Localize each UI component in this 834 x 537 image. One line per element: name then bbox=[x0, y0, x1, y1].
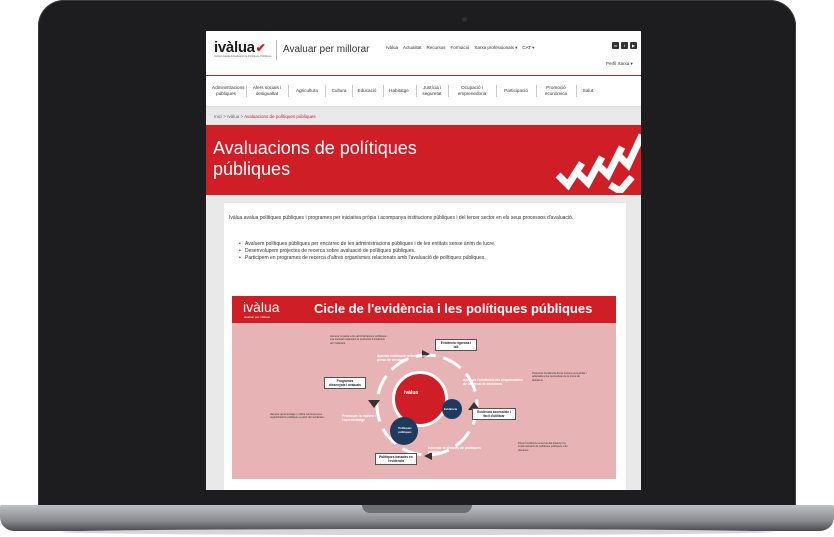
nav-item-ocupacio[interactable]: Ocupació i emprenedoria bbox=[452, 85, 492, 96]
nav-item-salut[interactable]: Salut bbox=[580, 88, 596, 94]
infographic-logo-subtitle: Avaluar per millorar bbox=[244, 315, 270, 319]
language-selector[interactable]: CAT ▾ bbox=[522, 45, 534, 51]
bullet-list: Avaluem polítiques públiques per encàrre… bbox=[239, 241, 619, 262]
nav-item-promocio[interactable]: Promoció econòmica bbox=[540, 85, 572, 96]
infographic-header: ivàlua Avaluar per millorar Cicle de l'e… bbox=[232, 296, 616, 323]
breadcrumb-section[interactable]: Ivàlua bbox=[227, 114, 239, 119]
content-card: Ivàlua avalua polítiques públiques i pro… bbox=[224, 203, 626, 490]
nav-separator bbox=[448, 85, 449, 97]
nav-item-justicia[interactable]: Justícia i seguretat bbox=[420, 85, 444, 96]
nav-separator bbox=[416, 85, 417, 97]
page-banner: Avaluacions de polítiques públiques bbox=[206, 125, 641, 195]
top-link-actualitat[interactable]: Actualitat bbox=[403, 45, 422, 51]
note-bottom-right: Posar l'evidència al servei del disseny … bbox=[518, 442, 568, 452]
breadcrumb-separator: > bbox=[223, 114, 226, 119]
box-evidence-rigorous: Evidència rigorosa i útil bbox=[435, 339, 477, 351]
note-right: Presentar l'evidència d'una manera acces… bbox=[532, 372, 587, 382]
top-link-ivalua[interactable]: Ivàlua bbox=[386, 45, 398, 51]
social-links: in t ▶ bbox=[612, 42, 637, 49]
nav-separator bbox=[576, 85, 577, 97]
breadcrumb: Inici > Ivàlua > Avaluacions de polítiqu… bbox=[214, 114, 316, 119]
laptop-base-notch bbox=[362, 505, 472, 513]
nav-item-habitatge[interactable]: Habitatge bbox=[386, 88, 412, 94]
main-nav: Administracions públiques Afers socials … bbox=[206, 76, 641, 107]
profile-menu[interactable]: Perfil Xarxa ▾ bbox=[606, 61, 633, 67]
nav-separator bbox=[496, 85, 497, 97]
infographic-logo: ivàlua bbox=[243, 299, 280, 315]
top-link-recursos[interactable]: Recursos bbox=[427, 45, 446, 51]
evidence-cycle-infographic: ivàlua Avaluar per millorar Cicle de l'e… bbox=[232, 296, 616, 479]
logo-check-icon: ✔ bbox=[255, 41, 266, 55]
top-links: Ivàlua Actualitat Recursos Formació Xarx… bbox=[386, 45, 534, 51]
policies-label: Polítiques públiques bbox=[398, 426, 412, 434]
nav-item-educacio[interactable]: Educació bbox=[355, 88, 379, 94]
center-logo: ivàlua bbox=[404, 390, 419, 396]
page-title: Avaluacions de polítiques públiques bbox=[213, 138, 417, 179]
top-link-xarxa-professionals[interactable]: Xarxa professionals ▾ bbox=[474, 45, 517, 51]
list-item: Avaluem polítiques públiques per encàrre… bbox=[239, 241, 619, 248]
breadcrumb-separator: > bbox=[240, 114, 244, 119]
nav-separator bbox=[383, 85, 384, 97]
twitter-icon[interactable]: t bbox=[621, 42, 628, 49]
step-top-label: Aportar evidència rellevant per a la pre… bbox=[377, 354, 434, 362]
site-tagline: Avaluar per millorar bbox=[283, 44, 370, 55]
site-logo[interactable]: ivàlua✔ bbox=[214, 39, 266, 56]
linkedin-icon[interactable]: in bbox=[612, 42, 619, 49]
nav-item-agricultura[interactable]: Agricultura bbox=[292, 88, 322, 94]
nav-item-administracions[interactable]: Administracions públiques bbox=[212, 85, 244, 96]
step-bottom-label: Informar el disseny de polítiques públiq… bbox=[428, 446, 481, 454]
box-evidence-based-policies: Polítiques basades en l'evidència bbox=[375, 453, 417, 465]
nav-separator bbox=[352, 85, 353, 97]
laptop-shadow bbox=[60, 529, 774, 535]
list-item: Participem en programes de recerca d'alt… bbox=[239, 255, 619, 262]
breadcrumb-home[interactable]: Inici bbox=[214, 114, 222, 119]
breadcrumb-current: Avaluacions de polítiques públiques bbox=[244, 114, 316, 119]
decorative-chevrons-icon bbox=[555, 133, 641, 193]
laptop-screen: ivàlua✔ Institut Català d'Avaluació de P… bbox=[206, 31, 641, 490]
step-left-label: Promoure la millora i l'aprenentatge bbox=[342, 414, 376, 422]
top-link-formacio[interactable]: Formació bbox=[451, 45, 470, 51]
webcam-icon bbox=[462, 17, 467, 22]
nav-separator bbox=[246, 85, 247, 97]
logo-divider bbox=[276, 40, 277, 60]
evidence-label: Evidència bbox=[444, 407, 458, 411]
main-content: Ivàlua avalua polítiques públiques i pro… bbox=[206, 195, 641, 490]
list-item: Desenvolupem projectes de recerca sobre … bbox=[239, 248, 619, 255]
note-top-left: Generar impacte a les administracions pú… bbox=[330, 335, 388, 345]
nav-separator bbox=[325, 85, 326, 97]
nav-item-afers-socials[interactable]: Afers socials i desigualtat bbox=[252, 85, 282, 96]
nav-separator bbox=[536, 85, 537, 97]
logo-subtitle: Institut Català d'Avaluació de Polítique… bbox=[214, 55, 272, 58]
note-left: Generar aprenentatge i millora continua … bbox=[270, 413, 325, 420]
infographic-title: Cicle de l'evidència i les polítiques pú… bbox=[314, 301, 593, 316]
youtube-icon[interactable]: ▶ bbox=[630, 42, 637, 49]
box-programs-designed: Programes dissenyats i avaluats bbox=[324, 377, 366, 389]
nav-separator bbox=[288, 85, 289, 97]
nav-item-participacio[interactable]: Participació bbox=[500, 88, 532, 94]
site-header: ivàlua✔ Institut Català d'Avaluació de P… bbox=[206, 31, 641, 75]
nav-item-cultura[interactable]: Cultura bbox=[329, 88, 349, 94]
logo-text: ivàlua bbox=[214, 39, 255, 56]
step-right-label: Apropar l'evidència als responsables de … bbox=[463, 378, 523, 386]
intro-paragraph: Ivàlua avalua polítiques públiques i pro… bbox=[229, 215, 574, 221]
box-evidence-accessible: Evidència accessible i fàcil d'utilitzar bbox=[472, 408, 516, 420]
